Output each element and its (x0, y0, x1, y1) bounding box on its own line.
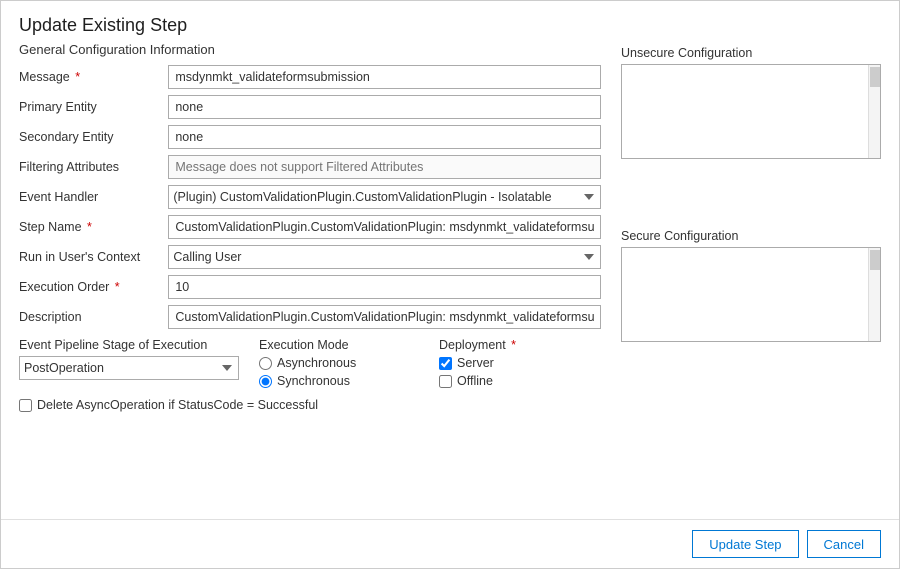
event-handler-field[interactable]: (Plugin) CustomValidationPlugin.CustomVa… (168, 182, 601, 212)
bottom-section: Event Pipeline Stage of Execution PostOp… (19, 338, 601, 388)
async-label[interactable]: Asynchronous (277, 356, 356, 370)
execution-order-field[interactable] (168, 272, 601, 302)
unsecure-textarea-wrapper (621, 64, 881, 159)
server-checkbox-item: Server (439, 356, 559, 370)
execution-mode-label: Execution Mode (259, 338, 419, 352)
run-in-context-select[interactable]: Calling User (168, 245, 601, 269)
execution-order-input[interactable] (168, 275, 601, 299)
filtering-row: Filtering Attributes (19, 152, 601, 182)
pipeline-stage-select[interactable]: PostOperation (19, 356, 239, 380)
unsecure-scrollbar-thumb (870, 67, 880, 87)
sync-radio-item: Synchronous (259, 374, 419, 388)
offline-checkbox[interactable] (439, 375, 452, 388)
filtering-input[interactable] (168, 155, 601, 179)
deployment-section: Deployment * Server Offline (439, 338, 559, 388)
secondary-entity-field[interactable] (168, 122, 601, 152)
execution-mode-radio-group: Asynchronous Synchronous (259, 356, 419, 388)
form-table: Message * Primary Entity Secondary Entit… (19, 62, 601, 332)
secure-config-textarea[interactable] (622, 248, 868, 341)
execution-order-label: Execution Order * (19, 272, 168, 302)
unsecure-config-title: Unsecure Configuration (621, 46, 881, 60)
delete-async-checkbox[interactable] (19, 399, 32, 412)
dialog-footer: Update Step Cancel (1, 519, 899, 568)
secure-config-title: Secure Configuration (621, 229, 881, 243)
secondary-entity-row: Secondary Entity (19, 122, 601, 152)
sync-label[interactable]: Synchronous (277, 374, 350, 388)
primary-entity-input[interactable] (168, 95, 601, 119)
message-input[interactable] (168, 65, 601, 89)
secondary-entity-label: Secondary Entity (19, 122, 168, 152)
deployment-required: * (508, 338, 516, 352)
event-handler-row: Event Handler (Plugin) CustomValidationP… (19, 182, 601, 212)
right-panel: Unsecure Configuration Secure Configurat… (621, 42, 881, 519)
secure-config-section: Secure Configuration (621, 229, 881, 342)
unsecure-config-section: Unsecure Configuration (621, 46, 881, 159)
update-step-dialog: Update Existing Step General Configurati… (0, 0, 900, 569)
run-in-context-row: Run in User's Context Calling User (19, 242, 601, 272)
delete-async-section: Delete AsyncOperation if StatusCode = Su… (19, 398, 601, 412)
run-in-context-label: Run in User's Context (19, 242, 168, 272)
description-label: Description (19, 302, 168, 332)
update-step-button[interactable]: Update Step (692, 530, 798, 558)
deployment-label: Deployment * (439, 338, 559, 352)
offline-label[interactable]: Offline (457, 374, 493, 388)
step-name-input[interactable] (168, 215, 601, 239)
filtering-label: Filtering Attributes (19, 152, 168, 182)
offline-checkbox-item: Offline (439, 374, 559, 388)
general-section-title: General Configuration Information (19, 42, 601, 57)
async-radio-item: Asynchronous (259, 356, 419, 370)
step-name-row: Step Name * (19, 212, 601, 242)
message-row: Message * (19, 62, 601, 92)
description-field[interactable] (168, 302, 601, 332)
step-name-field[interactable] (168, 212, 601, 242)
event-handler-select[interactable]: (Plugin) CustomValidationPlugin.CustomVa… (168, 185, 601, 209)
unsecure-scrollbar[interactable] (868, 65, 880, 158)
secondary-entity-input[interactable] (168, 125, 601, 149)
pipeline-stage-label: Event Pipeline Stage of Execution (19, 338, 239, 352)
server-label[interactable]: Server (457, 356, 494, 370)
message-field[interactable] (168, 62, 601, 92)
cancel-button[interactable]: Cancel (807, 530, 881, 558)
primary-entity-row: Primary Entity (19, 92, 601, 122)
description-input[interactable] (168, 305, 601, 329)
primary-entity-field[interactable] (168, 92, 601, 122)
deployment-checkbox-group: Server Offline (439, 356, 559, 388)
unsecure-config-textarea[interactable] (622, 65, 868, 158)
run-in-context-field[interactable]: Calling User (168, 242, 601, 272)
step-name-required: * (84, 220, 92, 234)
execution-order-required: * (111, 280, 119, 294)
server-checkbox[interactable] (439, 357, 452, 370)
secure-textarea-wrapper (621, 247, 881, 342)
secure-scrollbar[interactable] (868, 248, 880, 341)
dialog-title: Update Existing Step (1, 1, 899, 42)
left-panel: General Configuration Information Messag… (19, 42, 601, 519)
async-radio[interactable] (259, 357, 272, 370)
filtering-field[interactable] (168, 152, 601, 182)
step-name-label: Step Name * (19, 212, 168, 242)
dialog-body: General Configuration Information Messag… (1, 42, 899, 519)
execution-mode-section: Execution Mode Asynchronous Synchronous (259, 338, 419, 388)
secure-scrollbar-thumb (870, 250, 880, 270)
message-required: * (72, 70, 80, 84)
pipeline-stage-section: Event Pipeline Stage of Execution PostOp… (19, 338, 239, 380)
message-label: Message * (19, 62, 168, 92)
execution-order-row: Execution Order * (19, 272, 601, 302)
event-handler-label: Event Handler (19, 182, 168, 212)
description-row: Description (19, 302, 601, 332)
delete-async-label[interactable]: Delete AsyncOperation if StatusCode = Su… (37, 398, 318, 412)
primary-entity-label: Primary Entity (19, 92, 168, 122)
sync-radio[interactable] (259, 375, 272, 388)
